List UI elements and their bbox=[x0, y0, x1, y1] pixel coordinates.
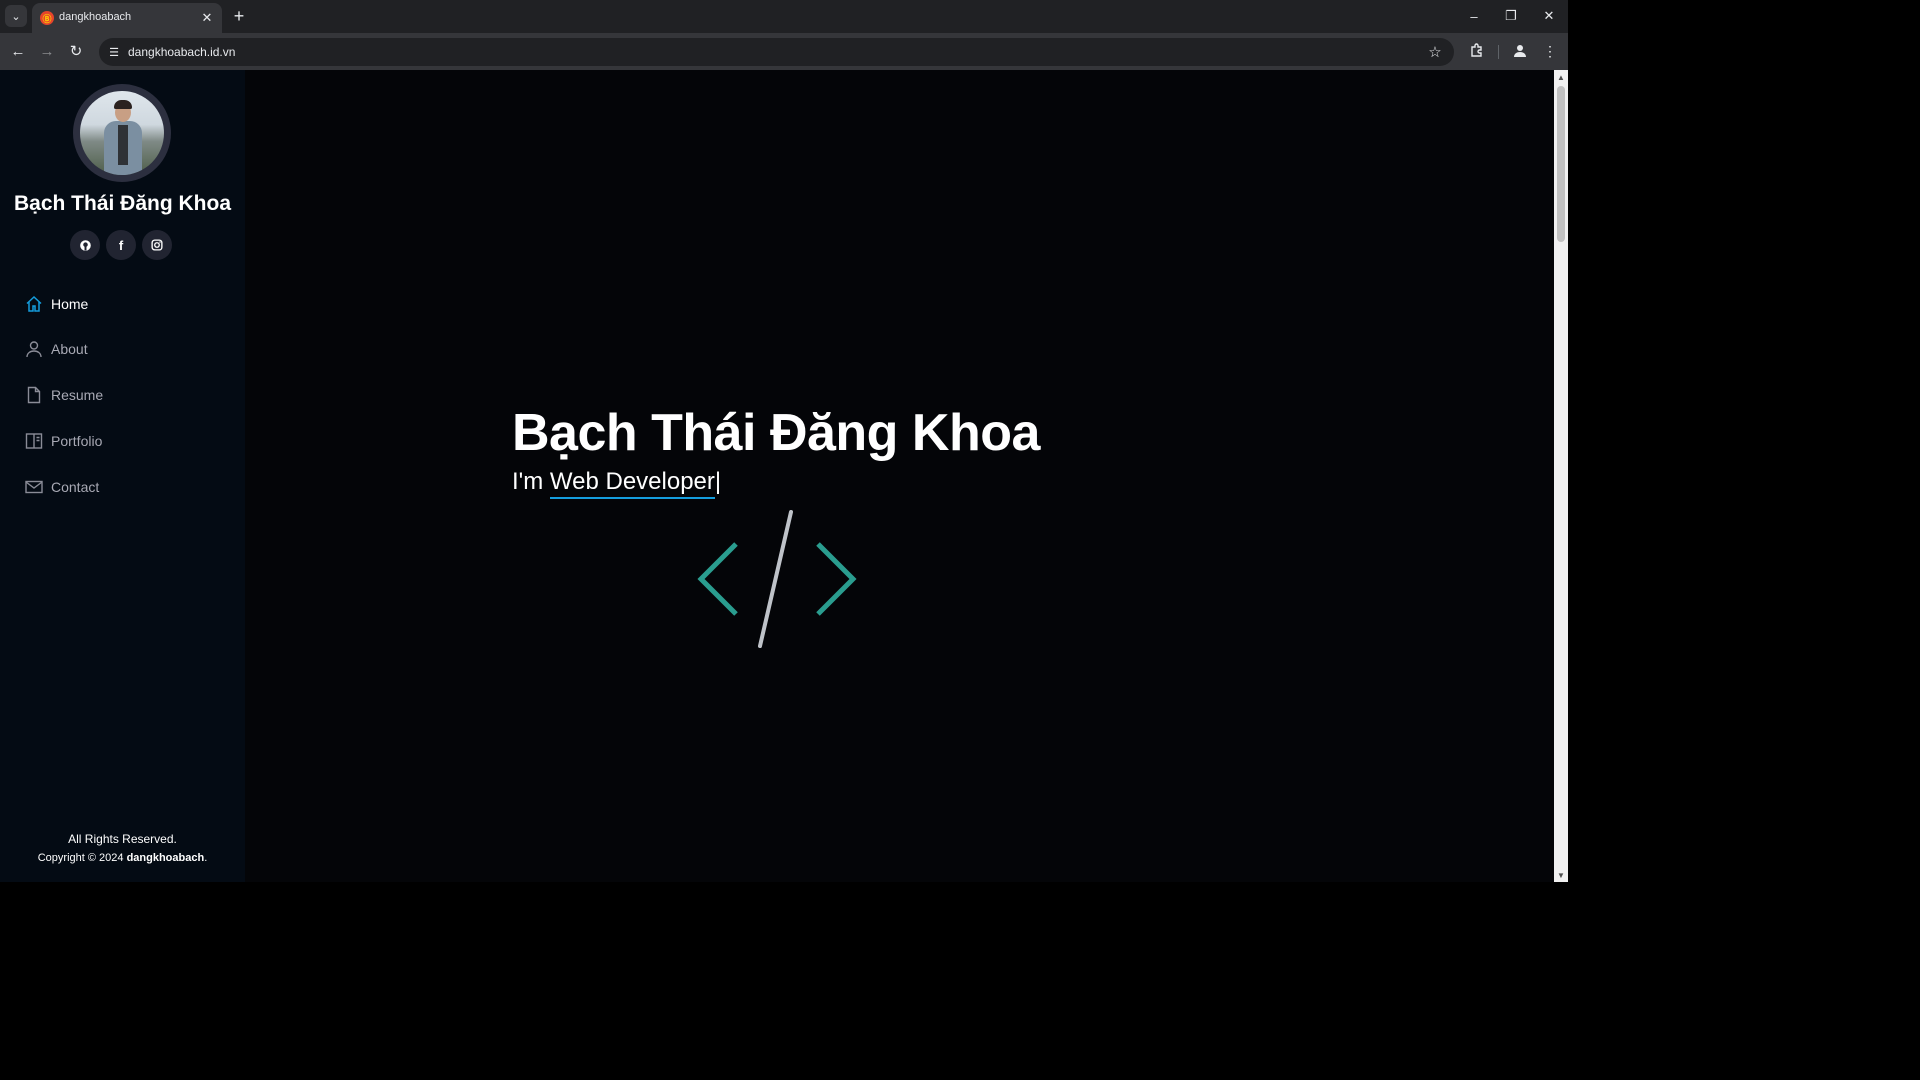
forward-button[interactable]: → bbox=[36, 40, 58, 62]
page-scrollbar[interactable]: ▲ ▼ bbox=[1554, 70, 1568, 882]
facebook-icon: f bbox=[118, 237, 124, 253]
url-text[interactable]: dangkhoabach.id.vn bbox=[128, 45, 235, 59]
hero-subtitle: I'm Web Developer| bbox=[512, 468, 721, 496]
instagram-icon bbox=[151, 239, 163, 251]
nav-item-portfolio[interactable]: Portfolio bbox=[25, 428, 225, 454]
envelope-icon bbox=[25, 478, 43, 496]
reload-icon: ↻ bbox=[69, 43, 83, 60]
profile-name: Bạch Thái Đăng Khoa bbox=[13, 192, 232, 215]
extensions-button[interactable] bbox=[1466, 40, 1488, 62]
close-window-button[interactable]: ✕ bbox=[1536, 5, 1562, 27]
web-page: Bạch Thái Đăng Khoa f Home About Resume … bbox=[0, 70, 1554, 882]
file-icon bbox=[25, 386, 43, 404]
tab-title: dangkhoabach bbox=[59, 11, 132, 23]
photo-hair bbox=[114, 100, 132, 109]
photo-shirt bbox=[118, 125, 128, 165]
avatar bbox=[73, 84, 171, 182]
nav-label: Home bbox=[51, 296, 89, 312]
instagram-link[interactable] bbox=[142, 230, 172, 260]
scroll-down-arrow-icon[interactable]: ▼ bbox=[1554, 868, 1568, 882]
nav-label: About bbox=[51, 341, 88, 357]
footer-rights: All Rights Reserved. bbox=[68, 832, 177, 846]
browser-tab[interactable]: Ⓑ dangkhoabach ✕ bbox=[32, 3, 222, 33]
address-bar[interactable]: ☰ dangkhoabach.id.vn ☆ bbox=[99, 38, 1454, 66]
puzzle-icon bbox=[1471, 43, 1482, 57]
restore-icon: ❐ bbox=[1505, 8, 1517, 23]
profile-photo bbox=[80, 91, 164, 175]
reload-button[interactable]: ↻ bbox=[65, 40, 87, 62]
nav-item-contact[interactable]: Contact bbox=[25, 474, 225, 500]
minimize-button[interactable]: – bbox=[1461, 5, 1487, 27]
plus-icon: + bbox=[233, 5, 245, 26]
sidebar: Bạch Thái Đăng Khoa f Home About Resume … bbox=[0, 70, 245, 882]
typing-cursor: | bbox=[714, 468, 722, 495]
person-icon bbox=[1514, 45, 1526, 57]
chevron-down-icon: ⌄ bbox=[11, 10, 21, 23]
arrow-left-icon: ← bbox=[10, 42, 26, 60]
browser-tab-bar: ⌄ Ⓑ dangkhoabach ✕ + – ❐ ✕ bbox=[0, 0, 1568, 33]
hero-subtitle-prefix: I'm bbox=[512, 468, 550, 495]
hero-title: Bạch Thái Đăng Khoa bbox=[512, 404, 1040, 462]
star-icon[interactable]: ☆ bbox=[1426, 43, 1444, 61]
profile-button[interactable] bbox=[1509, 40, 1531, 62]
footer-copyright: Copyright © 2024 dangkhoabach. bbox=[0, 852, 245, 864]
favicon-icon: Ⓑ bbox=[40, 11, 54, 25]
scroll-up-arrow-icon[interactable]: ▲ bbox=[1554, 70, 1568, 84]
browser-toolbar: ← → ↻ ☰ dangkhoabach.id.vn ☆ ⋮ bbox=[0, 33, 1568, 70]
nav-label: Contact bbox=[51, 479, 100, 495]
menu-button[interactable]: ⋮ bbox=[1539, 40, 1561, 62]
toolbar-divider bbox=[1498, 45, 1499, 59]
nav-label: Resume bbox=[51, 387, 104, 403]
new-tab-button[interactable]: + bbox=[229, 6, 249, 26]
hero-typed-text: Web Developer bbox=[549, 468, 715, 495]
github-icon bbox=[79, 239, 91, 251]
tab-list-button[interactable]: ⌄ bbox=[5, 5, 27, 27]
github-link[interactable] bbox=[70, 230, 100, 260]
close-icon[interactable]: ✕ bbox=[198, 9, 216, 27]
nav-item-home[interactable]: Home bbox=[25, 291, 225, 317]
copyright-suffix: . bbox=[204, 852, 208, 864]
copyright-prefix: Copyright © 2024 bbox=[37, 852, 127, 864]
minimize-icon: – bbox=[1470, 8, 1478, 24]
restore-button[interactable]: ❐ bbox=[1498, 5, 1524, 27]
home-icon bbox=[25, 295, 43, 313]
nav-item-resume[interactable]: Resume bbox=[25, 382, 225, 408]
code-logo-icon bbox=[697, 510, 857, 648]
facebook-link[interactable]: f bbox=[106, 230, 136, 260]
close-icon: ✕ bbox=[1543, 8, 1555, 23]
back-button[interactable]: ← bbox=[7, 40, 29, 62]
person-icon bbox=[25, 340, 43, 358]
book-icon bbox=[25, 432, 43, 450]
arrow-right-icon: → bbox=[39, 42, 55, 60]
kebab-icon: ⋮ bbox=[1543, 42, 1557, 59]
scroll-thumb[interactable] bbox=[1557, 86, 1565, 242]
nav-label: Portfolio bbox=[51, 433, 103, 449]
nav-item-about[interactable]: About bbox=[25, 336, 225, 362]
copyright-owner: dangkhoabach bbox=[126, 852, 205, 864]
tune-icon[interactable]: ☰ bbox=[105, 43, 123, 61]
